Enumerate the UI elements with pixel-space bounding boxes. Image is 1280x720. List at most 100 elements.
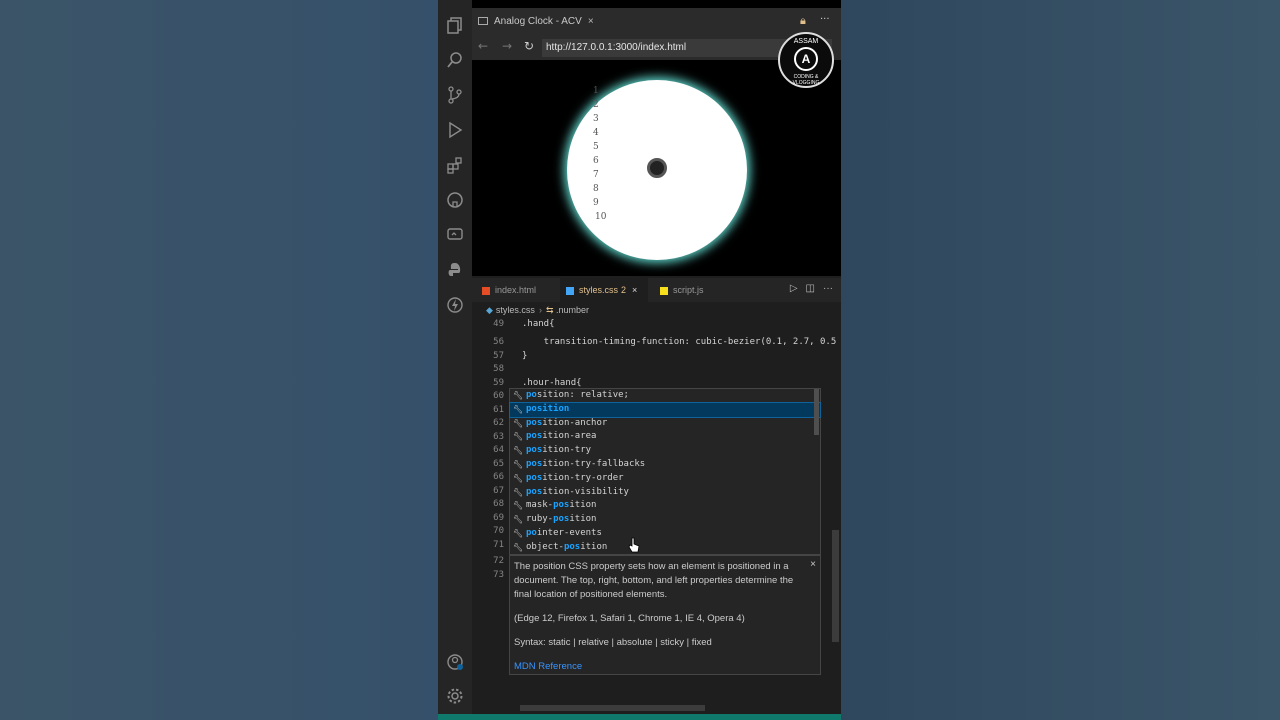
browser-more-button[interactable]: ··· <box>820 14 830 25</box>
suggestion-item[interactable]: 🔧︎ mask-position <box>510 499 820 513</box>
lock-icon[interactable]: 🔒︎ <box>800 14 806 28</box>
accounts-icon[interactable] <box>445 653 465 673</box>
split-editor-icon[interactable]: ◫ <box>806 283 815 294</box>
browser-tab-title: Analog Clock - ACV <box>494 16 582 27</box>
editor-actions: ▷ ◫ ··· <box>782 283 833 294</box>
suggestion-scrollbar[interactable] <box>814 389 819 435</box>
suggestion-item[interactable]: 🔧︎ position: relative; <box>510 389 820 403</box>
browser-tab-close-button[interactable]: × <box>588 16 594 27</box>
suggestion-item[interactable]: 🔧︎ object-position <box>510 541 820 555</box>
property-wrench-icon: 🔧︎ <box>513 432 524 442</box>
suggestion-prefix: object- <box>526 541 564 552</box>
code-line: 49 .hand{ <box>493 319 555 329</box>
suggestion-rest: sition: relative; <box>536 390 629 400</box>
lightning-icon[interactable] <box>445 296 465 316</box>
search-icon[interactable] <box>445 51 465 71</box>
property-wrench-icon: 🔧︎ <box>513 473 524 483</box>
suggestion-match: pos <box>563 541 581 552</box>
autocomplete-suggestions: 🔧︎ position: relative; 🔧︎ position 🔧︎ positio… <box>509 388 821 555</box>
suggestion-rest: ition-anchor <box>542 417 608 428</box>
suggestion-match: pos <box>526 472 543 483</box>
code-line: 56 transition-timing-function: cubic-bez… <box>493 337 837 347</box>
suggestion-item[interactable]: 🔧︎ pointer-events <box>510 527 820 541</box>
watermark-logo-mark: A <box>794 47 818 71</box>
clock-number: 5 <box>593 142 599 152</box>
run-icon[interactable]: ▷ <box>790 283 798 294</box>
docs-description: The position CSS property sets how an el… <box>514 561 794 600</box>
suggestion-rest: ition-visibility <box>542 486 629 497</box>
tab-styles-css[interactable]: styles.css 2 × <box>560 278 648 302</box>
clock-number: 10 <box>595 212 607 222</box>
python-icon[interactable] <box>445 261 465 281</box>
suggestion-match: pos <box>526 445 543 456</box>
suggestion-rest: ition-try <box>542 445 592 456</box>
property-wrench-icon: 🔧︎ <box>513 529 524 538</box>
suggestion-match: pos <box>553 500 570 511</box>
suggestion-match: pos <box>526 459 543 469</box>
channel-watermark-logo: ASSAM A CODING & VLOGGING <box>778 32 834 88</box>
docs-close-button[interactable]: × <box>810 559 816 570</box>
editor-tabbar: index.html styles.css 2 × script.js ▷ ◫ ··· <box>472 278 841 302</box>
suggestion-docs-panel: × The position CSS property sets how an … <box>509 555 821 675</box>
property-wrench-icon: 🔧︎ <box>513 418 524 428</box>
github-icon[interactable] <box>445 191 465 211</box>
extensions-icon[interactable] <box>445 156 465 176</box>
suggestion-rest: ition <box>569 514 597 525</box>
property-wrench-icon: 🔧︎ <box>513 391 524 400</box>
mouse-pointer-icon <box>628 537 640 553</box>
horizontal-scrollbar[interactable] <box>520 705 705 711</box>
run-debug-icon[interactable] <box>445 121 465 141</box>
breadcrumb-file[interactable]: styles.css <box>496 305 535 315</box>
remote-explorer-icon[interactable] <box>445 226 465 246</box>
more-actions-icon[interactable]: ··· <box>823 283 833 294</box>
explorer-icon[interactable] <box>445 16 465 36</box>
clock-number: 4 <box>593 128 599 138</box>
tab-label: styles.css <box>579 285 619 295</box>
browser-tab-icon <box>478 17 488 26</box>
suggestion-rest: ition-try-fallbacks <box>542 459 646 469</box>
settings-gear-icon[interactable] <box>445 687 465 707</box>
code-line: 58 <box>493 364 504 374</box>
suggestion-match: pos <box>526 431 543 442</box>
suggestion-rest: ition-area <box>542 431 597 442</box>
tab-index-html[interactable]: index.html <box>478 278 554 302</box>
forward-button[interactable]: → <box>502 39 512 53</box>
property-wrench-icon: 🔧︎ <box>513 487 524 497</box>
tab-close-button[interactable]: × <box>632 285 637 295</box>
property-wrench-icon: 🔧︎ <box>513 460 524 469</box>
clock-center-pin <box>647 158 667 178</box>
clock-number: 6 <box>593 156 599 166</box>
breadcrumb: ◆ styles.css › ⇆ .number <box>472 303 841 318</box>
property-wrench-icon: 🔧︎ <box>513 404 524 414</box>
vertical-scrollbar[interactable] <box>832 530 839 642</box>
suggestion-item[interactable]: 🔧︎ ruby-position <box>510 513 820 527</box>
analog-clock-face: 1 2 3 4 5 6 7 8 9 10 <box>567 80 747 260</box>
mdn-reference-link[interactable]: MDN Reference <box>514 660 800 674</box>
suggestion-match: po <box>526 390 537 400</box>
breadcrumb-symbol[interactable]: .number <box>556 305 589 315</box>
back-button[interactable]: ← <box>478 39 488 53</box>
property-wrench-icon: 🔧︎ <box>513 446 524 456</box>
suggestion-item[interactable]: 🔧︎ position-try-order <box>510 472 820 486</box>
suggestion-item[interactable]: 🔧︎ position-try-fallbacks <box>510 458 820 472</box>
css-file-icon: ◆ <box>486 305 493 315</box>
reload-button[interactable]: ↻ <box>524 39 534 53</box>
browser-tab[interactable]: Analog Clock - ACV × <box>478 12 594 32</box>
status-bar <box>438 714 841 720</box>
suggestion-item[interactable]: 🔧︎ position-visibility <box>510 486 820 500</box>
suggestion-item[interactable]: 🔧︎ position-area <box>510 430 820 444</box>
clock-number: 9 <box>593 198 599 208</box>
docs-browser-support: (Edge 12, Firefox 1, Safari 1, Chrome 1,… <box>514 613 745 624</box>
tab-script-js[interactable]: script.js <box>656 278 736 302</box>
suggestion-item[interactable]: 🔧︎ position-try <box>510 444 820 458</box>
browser-viewport: 1 2 3 4 5 6 7 8 9 10 <box>472 60 841 276</box>
source-control-icon[interactable] <box>445 86 465 106</box>
tab-label: script.js <box>673 285 704 295</box>
suggestion-item[interactable]: 🔧︎ position-anchor <box>510 417 820 431</box>
property-wrench-icon: 🔧︎ <box>513 501 524 511</box>
docs-syntax: Syntax: static | relative | absolute | s… <box>514 637 712 648</box>
tab-label: index.html <box>495 285 537 295</box>
suggestion-item[interactable]: 🔧︎ position <box>509 401 821 418</box>
suggestion-match: position <box>526 403 570 414</box>
suggestion-rest: ition-try-order <box>542 472 624 483</box>
